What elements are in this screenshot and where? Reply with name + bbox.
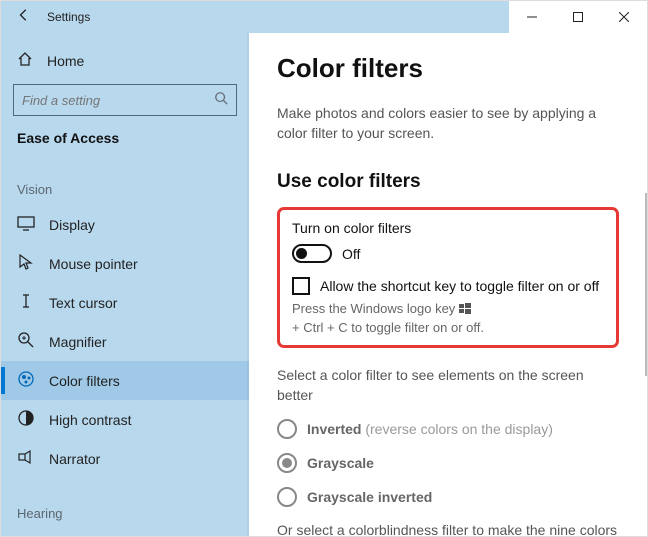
titlebar: Settings [1, 1, 647, 33]
current-section: Ease of Access [1, 130, 249, 154]
radio-grayscale[interactable]: Grayscale [277, 453, 619, 473]
sidebar-item-label: Display [49, 217, 95, 233]
cursor-icon [17, 253, 35, 274]
toggle-state: Off [342, 246, 360, 262]
sidebar-item-display[interactable]: Display [1, 205, 249, 244]
page-lead: Make photos and colors easier to see by … [277, 104, 619, 143]
sidebar-item-label: High contrast [49, 412, 131, 428]
shortcut-label: Allow the shortcut key to toggle filter … [320, 278, 599, 294]
group-vision: Vision [1, 154, 249, 205]
narrator-icon [17, 448, 35, 469]
maximize-button[interactable] [555, 1, 601, 33]
sidebar-item-narrator[interactable]: Narrator [1, 439, 249, 478]
sidebar-item-label: Text cursor [49, 295, 117, 311]
text-cursor-icon [17, 292, 35, 313]
window-title: Settings [47, 10, 90, 24]
sidebar-item-label: Narrator [49, 451, 100, 467]
instruction-1: Select a color filter to see elements on… [277, 366, 619, 405]
content: Color filters Make photos and colors eas… [249, 33, 647, 536]
group-hearing: Hearing [1, 478, 249, 529]
sidebar-item-home[interactable]: Home [1, 45, 249, 76]
search-input[interactable] [13, 84, 237, 116]
close-button[interactable] [601, 1, 647, 33]
search-field[interactable] [22, 93, 214, 108]
sub-heading: Use color filters [277, 171, 619, 193]
minimize-button[interactable] [509, 1, 555, 33]
shortcut-description: Press the Windows logo key + Ctrl + C to… [292, 301, 604, 335]
page-title: Color filters [277, 53, 619, 84]
display-icon [17, 214, 35, 235]
sidebar-item-magnifier[interactable]: Magnifier [1, 322, 249, 361]
color-filters-icon [17, 370, 35, 391]
windows-key-icon [459, 303, 471, 315]
sidebar-item-mouse-pointer[interactable]: Mouse pointer [1, 244, 249, 283]
high-contrast-icon [17, 409, 35, 430]
search-icon [214, 91, 228, 110]
shortcut-checkbox[interactable] [292, 277, 310, 295]
sidebar: Home Ease of Access Vision Display Mouse… [1, 33, 249, 536]
magnifier-icon [17, 331, 35, 352]
toggle-label: Turn on color filters [292, 220, 604, 236]
highlight-region: Turn on color filters Off Allow the shor… [277, 207, 619, 348]
radio-grayscale-inverted[interactable]: Grayscale inverted [277, 487, 619, 507]
sidebar-item-label: Magnifier [49, 334, 107, 350]
sidebar-item-label: Mouse pointer [49, 256, 138, 272]
home-icon [17, 51, 33, 70]
scrollbar[interactable] [645, 193, 647, 376]
instruction-2: Or select a colorblindness filter to mak… [277, 521, 619, 536]
home-label: Home [47, 53, 84, 69]
sidebar-item-color-filters[interactable]: Color filters [1, 361, 249, 400]
sidebar-item-text-cursor[interactable]: Text cursor [1, 283, 249, 322]
back-icon[interactable] [17, 8, 31, 27]
color-filters-toggle[interactable] [292, 244, 332, 263]
radio-inverted[interactable]: Inverted (reverse colors on the display) [277, 419, 619, 439]
sidebar-item-label: Color filters [49, 373, 120, 389]
sidebar-item-high-contrast[interactable]: High contrast [1, 400, 249, 439]
